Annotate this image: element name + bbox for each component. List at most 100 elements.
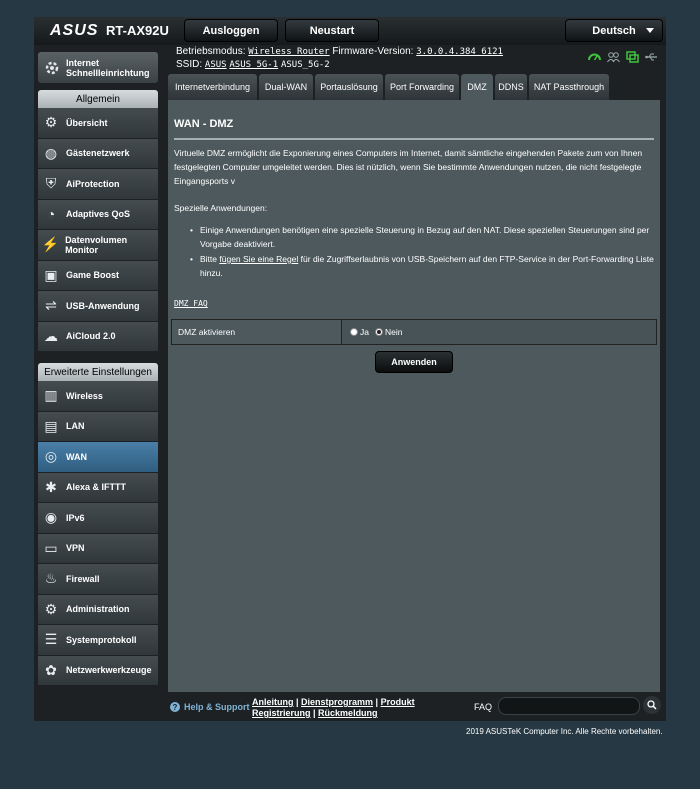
alexa-icon: ✱ [45, 478, 57, 495]
sidebar-item-aiprotection[interactable]: ⛨ AiProtection [38, 169, 158, 200]
tab-nat-passthrough[interactable]: NAT Passthrough [529, 74, 609, 100]
chevron-down-icon [646, 28, 654, 33]
dmz-enable-row: DMZ aktivieren Ja Nein [171, 319, 657, 345]
general-menu: ⚙ Übersicht ◍ Gästenetzwerk ⛨ AiProtection ◔ Ad… [38, 108, 158, 352]
radio-yes-label: Ja [360, 327, 369, 337]
sidebar-item-label: Administration [66, 604, 130, 615]
reboot-button[interactable]: Neustart [285, 19, 379, 42]
internet-status-icon[interactable] [588, 51, 601, 63]
bullet2-pre: Bitte [200, 254, 220, 264]
help-links: Anleitung | Dienstprogramm | Produkt Reg… [252, 697, 415, 718]
sidebar-item-gästenetzwerk[interactable]: ◍ Gästenetzwerk [38, 138, 158, 169]
apply-button[interactable]: Anwenden [375, 351, 453, 373]
list-item: Bitte fügen Sie eine Regel für die Zugri… [188, 252, 654, 280]
dmz-faq-link[interactable]: DMZ FAQ [174, 299, 208, 308]
wizard-gear-icon [43, 58, 61, 78]
sidebar-item-wireless[interactable]: ▥ Wireless [38, 381, 158, 412]
sidebar-item-datenvolumen-monitor[interactable]: ⚡ Datenvolumen Monitor [38, 230, 158, 261]
help-support-label: Help & Support [184, 702, 250, 712]
sidebar-item-label: AiCloud 2.0 [66, 331, 116, 342]
tab-port-forwarding[interactable]: Port Forwarding [385, 74, 459, 100]
firewall-icon: ♨ [44, 570, 58, 587]
utility-link[interactable]: Dienstprogramm [301, 697, 373, 707]
admin-gear-icon: ⚙ [44, 600, 58, 617]
sidebar-item-label: Datenvolumen Monitor [65, 234, 128, 255]
feedback-link[interactable]: Rückmeldung [318, 708, 378, 718]
ipv6-icon: ◉ [44, 509, 58, 526]
qos-gauge-icon: ◔ [46, 206, 56, 223]
sidebar-item-ipv6[interactable]: ◉ IPv6 [38, 503, 158, 534]
copyright: 2019 ASUSTeK Computer Inc. Alle Rechte v… [466, 727, 663, 736]
radio-no-label: Nein [384, 327, 403, 337]
quick-internet-setup-button[interactable]: Internet Schnellleinrichtung [38, 52, 158, 83]
status-icons [588, 51, 658, 63]
sidebar-item-label: Alexa & IFTTT [66, 482, 127, 493]
search-button[interactable] [643, 696, 661, 714]
faq-search-input[interactable] [498, 697, 640, 715]
footer: ? Help & Support Anleitung | Dienstprogr… [168, 692, 661, 721]
sidebar-item-game-boost[interactable]: ▣ Game Boost [38, 260, 158, 291]
ssid-5g-1[interactable]: ASUS_5G-1 [229, 60, 278, 70]
mode-value-link[interactable]: Wireless Router [248, 47, 329, 57]
sidebar-item-übersicht[interactable]: ⚙ Übersicht [38, 108, 158, 139]
usb-plug-icon[interactable] [645, 51, 658, 63]
sidebar-item-label: Systemprotokoll [66, 634, 137, 645]
ssid-label: SSID: [176, 59, 203, 70]
sidebar-item-usb-anwendung[interactable]: ⇌ USB-Anwendung [38, 291, 158, 322]
special-apps-heading: Spezielle Anwendungen: [174, 203, 268, 213]
dmz-enable-label: DMZ aktivieren [172, 320, 342, 344]
page-title: WAN - DMZ [174, 118, 234, 130]
sidebar-item-label: Game Boost [66, 270, 120, 281]
sidebar-item-wan[interactable]: ◎ WAN [38, 442, 158, 473]
sidebar-item-label: Netzwerkwerkzeuge [66, 665, 152, 676]
ssid-24ghz[interactable]: ASUS [205, 60, 227, 70]
traffic-monitor-icon: ⚡ [41, 236, 60, 253]
sidebar-item-label: Adaptives QoS [66, 209, 131, 220]
sidebar-item-label: Gästenetzwerk [66, 148, 130, 159]
advanced-section-title: Erweiterte Einstellungen [38, 363, 158, 381]
sidebar-item-netzwerkwerkzeuge[interactable]: ✿ Netzwerkwerkzeuge [38, 655, 158, 686]
usb-status-icon[interactable] [626, 51, 639, 63]
mode-label: Betriebsmodus: [176, 46, 246, 57]
manual-link[interactable]: Anleitung [252, 697, 294, 707]
sidebar-item-firewall[interactable]: ♨ Firewall [38, 564, 158, 595]
model-name: RT-AX92U [106, 23, 169, 38]
sidebar-item-lan[interactable]: ▤ LAN [38, 411, 158, 442]
sidebar-item-alexa-ifttt[interactable]: ✱ Alexa & IFTTT [38, 472, 158, 503]
list-item: Einige Anwendungen benötigen eine spezie… [188, 223, 654, 251]
sidebar-item-vpn[interactable]: ▭ VPN [38, 533, 158, 564]
status-info-bar: Betriebsmodus: Wireless Router Firmware-… [176, 45, 666, 73]
tab-ddns[interactable]: DDNS [495, 74, 527, 100]
gamepad-icon: ▣ [44, 266, 58, 283]
sidebar-item-label: Wireless [66, 390, 103, 401]
sidebar-item-adaptives-qos[interactable]: ◔ Adaptives QoS [38, 199, 158, 230]
language-select[interactable]: Deutsch [565, 19, 663, 42]
sidebar-item-aicloud-2-0[interactable]: ☁ AiCloud 2.0 [38, 321, 158, 352]
firmware-label: Firmware-Version: [332, 46, 414, 57]
sidebar-item-label: Übersicht [66, 117, 108, 128]
logout-button[interactable]: Ausloggen [184, 19, 278, 42]
radio-no-dot[interactable] [374, 328, 383, 336]
clients-status-icon[interactable] [607, 51, 620, 63]
tools-icon: ✿ [45, 661, 57, 678]
usb-icon: ⇌ [45, 297, 57, 314]
vpn-icon: ▭ [44, 539, 58, 556]
language-value: Deutsch [592, 24, 636, 37]
dmz-no-radio[interactable]: Nein [374, 327, 403, 337]
firmware-value-link[interactable]: 3.0.0.4.384_6121 [416, 47, 503, 57]
dmz-yes-radio[interactable]: Ja [350, 327, 369, 337]
help-support[interactable]: ? Help & Support [170, 702, 250, 712]
add-rule-link[interactable]: fügen Sie eine Regel [219, 254, 298, 264]
sidebar-item-systemprotokoll[interactable]: ☰ Systemprotokoll [38, 625, 158, 656]
tab-portauslösung[interactable]: Portauslösung [315, 74, 383, 100]
ssid-5g-2[interactable]: ASUS_5G-2 [281, 60, 330, 70]
shield-icon: ⛨ [45, 175, 57, 192]
network-map-icon: ⚙ [44, 114, 58, 131]
log-icon: ☰ [44, 631, 58, 648]
tab-dmz[interactable]: DMZ [461, 74, 493, 100]
faq-label: FAQ [474, 702, 493, 712]
tab-internetverbindung[interactable]: Internetverbindung [168, 74, 257, 100]
radio-yes-dot[interactable] [350, 328, 358, 336]
tab-dual-wan[interactable]: Dual-WAN [259, 74, 313, 100]
sidebar-item-administration[interactable]: ⚙ Administration [38, 594, 158, 625]
